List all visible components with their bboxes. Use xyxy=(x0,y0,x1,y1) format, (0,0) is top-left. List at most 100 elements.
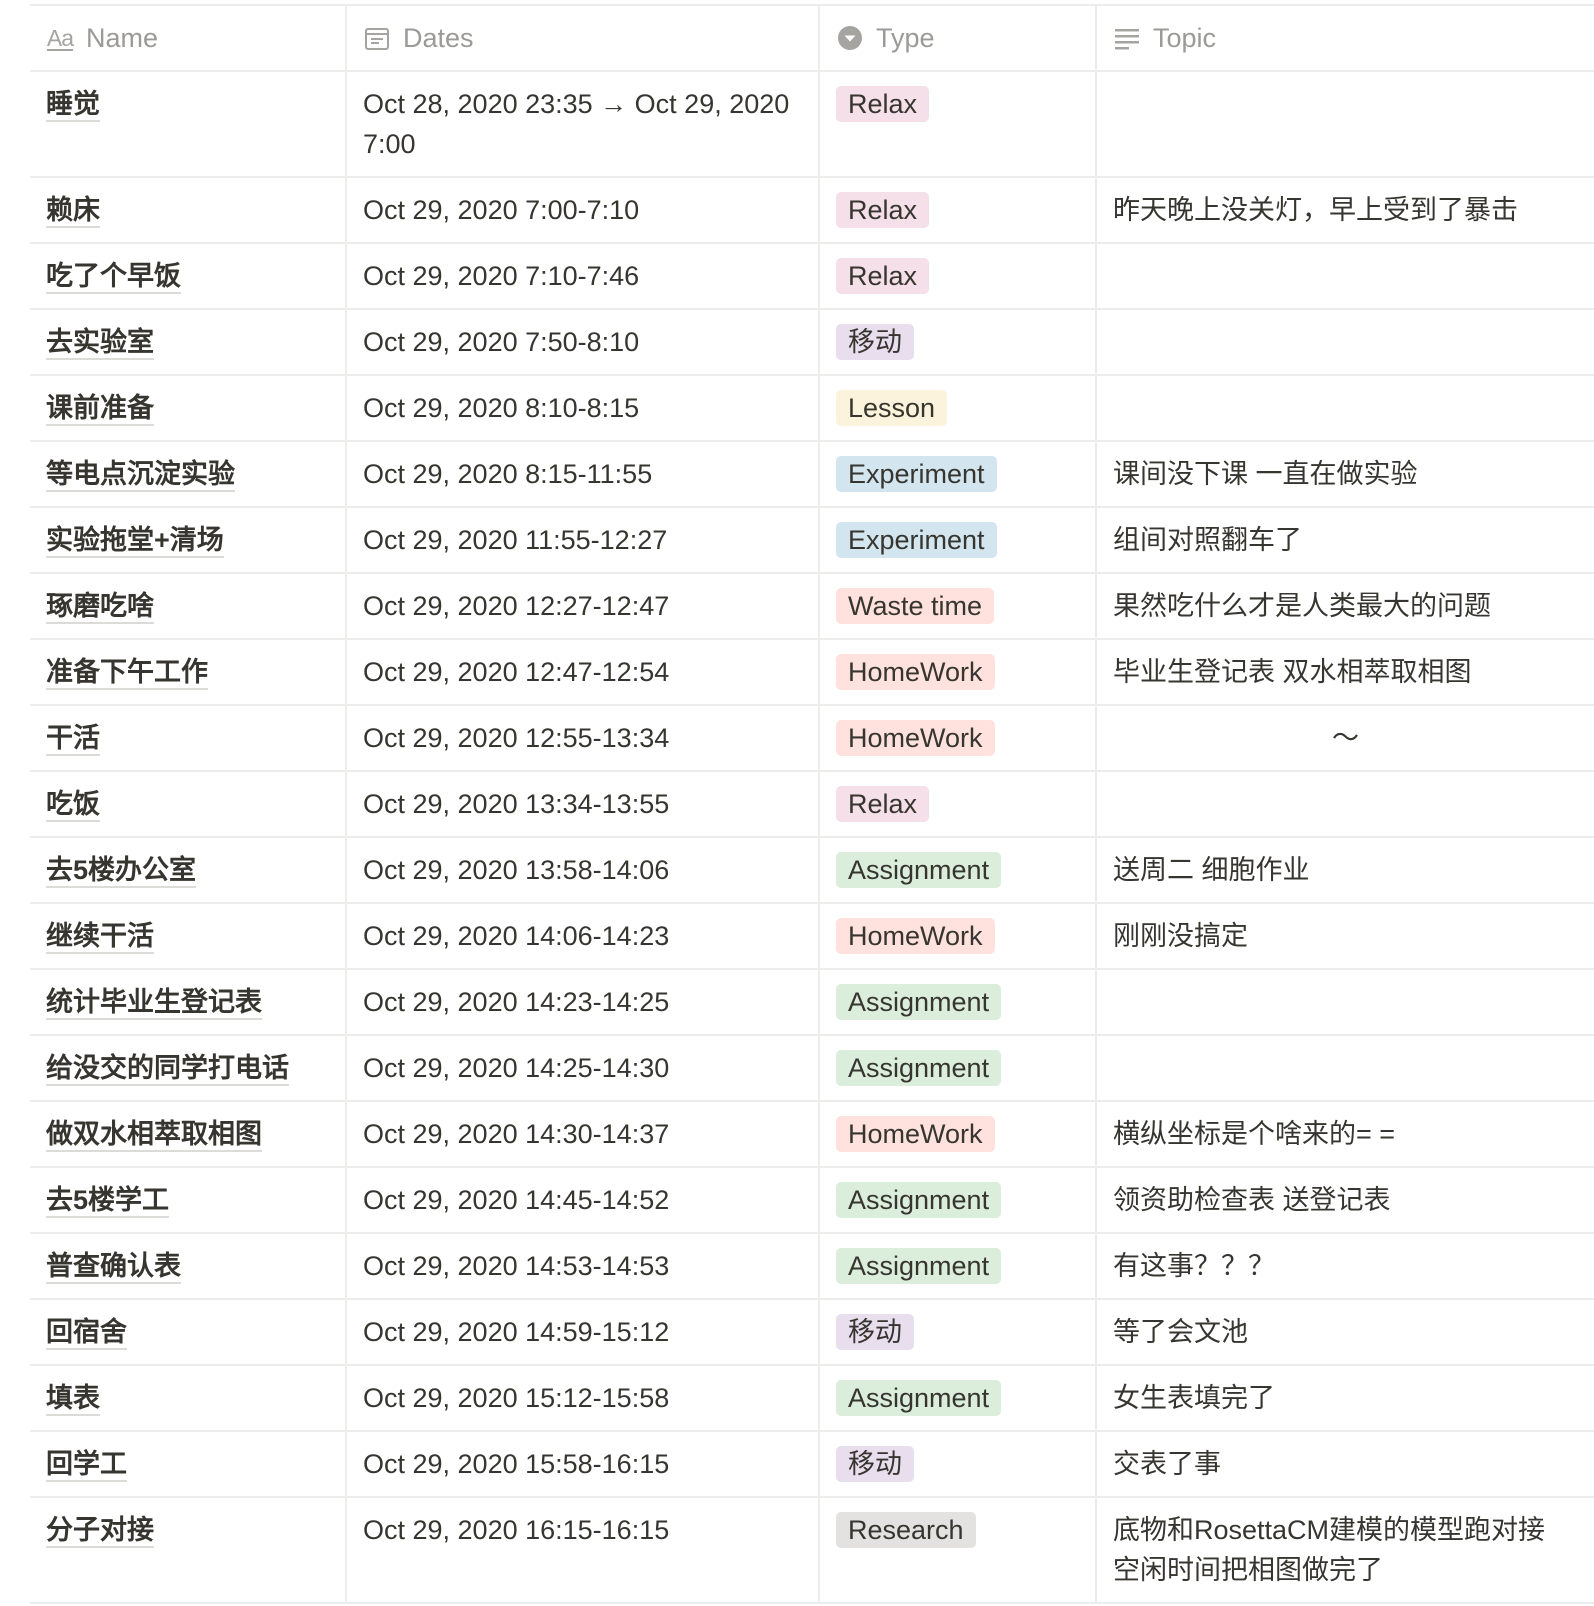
dates-cell[interactable]: Oct 29, 2020 7:50-8:10 xyxy=(347,310,820,374)
row-title-link[interactable]: 赖床 xyxy=(46,195,100,228)
name-cell[interactable]: 去实验室 xyxy=(30,310,347,374)
type-cell[interactable]: HomeWork xyxy=(820,904,1097,968)
type-cell[interactable]: HomeWork xyxy=(820,640,1097,704)
table-row[interactable]: 回宿舍 Oct 29, 2020 14:59-15:12 移动 等了会文池 xyxy=(30,1300,1594,1366)
topic-cell[interactable] xyxy=(1097,376,1594,440)
dates-cell[interactable]: Oct 29, 2020 12:55-13:34 xyxy=(347,706,820,770)
row-title-link[interactable]: 回宿舍 xyxy=(46,1317,127,1350)
type-cell[interactable]: Assignment xyxy=(820,1168,1097,1232)
row-title-link[interactable]: 睡觉 xyxy=(46,89,100,122)
row-title-link[interactable]: 去实验室 xyxy=(46,327,154,360)
table-row[interactable]: 吃饭 Oct 29, 2020 13:34-13:55 Relax xyxy=(30,772,1594,838)
topic-cell[interactable]: 果然吃什么才是人类最大的问题 xyxy=(1097,574,1594,638)
name-cell[interactable]: 干活 xyxy=(30,706,347,770)
table-row[interactable]: 统计毕业生登记表 Oct 29, 2020 14:23-14:25 Assignme… xyxy=(30,970,1594,1036)
dates-cell[interactable]: Oct 29, 2020 14:53-14:53 xyxy=(347,1234,820,1298)
type-cell[interactable]: 移动 xyxy=(820,1432,1097,1496)
topic-cell[interactable]: 刚刚没搞定 xyxy=(1097,904,1594,968)
column-header-name[interactable]: Aa Name xyxy=(30,6,347,70)
row-title-link[interactable]: 回学工 xyxy=(46,1449,127,1482)
table-row[interactable]: 等电点沉淀实验 Oct 29, 2020 8:15-11:55 Experiment… xyxy=(30,442,1594,508)
table-row[interactable]: 睡觉 Oct 28, 2020 23:35 → Oct 29, 2020 7:00… xyxy=(30,72,1594,178)
topic-cell[interactable]: ～ xyxy=(1097,706,1594,770)
name-cell[interactable]: 琢磨吃啥 xyxy=(30,574,347,638)
dates-cell[interactable]: Oct 29, 2020 15:58-16:15 xyxy=(347,1432,820,1496)
name-cell[interactable]: 分子对接 xyxy=(30,1498,347,1602)
row-title-link[interactable]: 等电点沉淀实验 xyxy=(46,459,235,492)
dates-cell[interactable]: Oct 29, 2020 14:45-14:52 xyxy=(347,1168,820,1232)
name-cell[interactable]: 去5楼办公室 xyxy=(30,838,347,902)
column-header-topic[interactable]: Topic xyxy=(1097,6,1594,70)
name-cell[interactable]: 做双水相萃取相图 xyxy=(30,1102,347,1166)
topic-cell[interactable] xyxy=(1097,772,1594,836)
table-row[interactable]: 分子对接 Oct 29, 2020 16:15-16:15 Research 底物和R… xyxy=(30,1498,1594,1604)
row-title-link[interactable]: 课前准备 xyxy=(46,393,154,426)
type-cell[interactable]: Experiment xyxy=(820,442,1097,506)
table-row[interactable]: 去5楼学工 Oct 29, 2020 14:45-14:52 Assignment 领… xyxy=(30,1168,1594,1234)
table-row[interactable]: 普查确认表 Oct 29, 2020 14:53-14:53 Assignment 有… xyxy=(30,1234,1594,1300)
type-cell[interactable]: Lesson xyxy=(820,376,1097,440)
type-cell[interactable]: 移动 xyxy=(820,310,1097,374)
topic-cell[interactable] xyxy=(1097,970,1594,1034)
topic-cell[interactable]: 交表了事 xyxy=(1097,1432,1594,1496)
topic-cell[interactable]: 毕业生登记表 双水相萃取相图 xyxy=(1097,640,1594,704)
name-cell[interactable]: 回学工 xyxy=(30,1432,347,1496)
row-title-link[interactable]: 去5楼办公室 xyxy=(46,855,197,888)
dates-cell[interactable]: Oct 29, 2020 14:25-14:30 xyxy=(347,1036,820,1100)
topic-cell[interactable]: 有这事？？？ xyxy=(1097,1234,1594,1298)
type-cell[interactable]: HomeWork xyxy=(820,706,1097,770)
type-cell[interactable]: Waste time xyxy=(820,574,1097,638)
dates-cell[interactable]: Oct 29, 2020 8:15-11:55 xyxy=(347,442,820,506)
table-row[interactable]: 去实验室 Oct 29, 2020 7:50-8:10 移动 xyxy=(30,310,1594,376)
row-title-link[interactable]: 吃了个早饭 xyxy=(46,261,181,294)
table-row[interactable]: 吃了个早饭 Oct 29, 2020 7:10-7:46 Relax xyxy=(30,244,1594,310)
topic-cell[interactable]: 送周二 细胞作业 xyxy=(1097,838,1594,902)
name-cell[interactable]: 吃了个早饭 xyxy=(30,244,347,308)
dates-cell[interactable]: Oct 29, 2020 11:55-12:27 xyxy=(347,508,820,572)
type-cell[interactable]: Assignment xyxy=(820,838,1097,902)
type-cell[interactable]: Research xyxy=(820,1498,1097,1602)
topic-cell[interactable]: 昨天晚上没关灯，早上受到了暴击 xyxy=(1097,178,1594,242)
table-row[interactable]: 赖床 Oct 29, 2020 7:00-7:10 Relax 昨天晚上没关灯，早上受… xyxy=(30,178,1594,244)
table-row[interactable]: 干活 Oct 29, 2020 12:55-13:34 HomeWork ～ xyxy=(30,706,1594,772)
type-cell[interactable]: Relax xyxy=(820,244,1097,308)
topic-cell[interactable] xyxy=(1097,1036,1594,1100)
type-cell[interactable]: Assignment xyxy=(820,1234,1097,1298)
topic-cell[interactable]: 领资助检查表 送登记表 xyxy=(1097,1168,1594,1232)
column-header-type[interactable]: Type xyxy=(820,6,1097,70)
row-title-link[interactable]: 吃饭 xyxy=(46,789,100,822)
table-row[interactable]: 准备下午工作 Oct 29, 2020 12:47-12:54 HomeWork 毕业… xyxy=(30,640,1594,706)
name-cell[interactable]: 给没交的同学打电话 xyxy=(30,1036,347,1100)
row-title-link[interactable]: 做双水相萃取相图 xyxy=(46,1119,262,1152)
dates-cell[interactable]: Oct 29, 2020 12:47-12:54 xyxy=(347,640,820,704)
topic-cell[interactable] xyxy=(1097,310,1594,374)
name-cell[interactable]: 统计毕业生登记表 xyxy=(30,970,347,1034)
topic-cell[interactable]: 女生表填完了 xyxy=(1097,1366,1594,1430)
name-cell[interactable]: 去5楼学工 xyxy=(30,1168,347,1232)
name-cell[interactable]: 课前准备 xyxy=(30,376,347,440)
type-cell[interactable]: Relax xyxy=(820,178,1097,242)
dates-cell[interactable]: Oct 29, 2020 14:30-14:37 xyxy=(347,1102,820,1166)
topic-cell[interactable]: 底物和RosettaCM建模的模型跑对接 空闲时间把相图做完了 xyxy=(1097,1498,1594,1602)
row-title-link[interactable]: 给没交的同学打电话 xyxy=(46,1053,289,1086)
table-row[interactable]: 课前准备 Oct 29, 2020 8:10-8:15 Lesson xyxy=(30,376,1594,442)
topic-cell[interactable] xyxy=(1097,244,1594,308)
row-title-link[interactable]: 统计毕业生登记表 xyxy=(46,987,262,1020)
topic-cell[interactable]: 横纵坐标是个啥来的= = xyxy=(1097,1102,1594,1166)
table-row[interactable]: 琢磨吃啥 Oct 29, 2020 12:27-12:47 Waste time 果然… xyxy=(30,574,1594,640)
dates-cell[interactable]: Oct 29, 2020 14:06-14:23 xyxy=(347,904,820,968)
topic-cell[interactable]: 等了会文池 xyxy=(1097,1300,1594,1364)
dates-cell[interactable]: Oct 29, 2020 14:59-15:12 xyxy=(347,1300,820,1364)
name-cell[interactable]: 吃饭 xyxy=(30,772,347,836)
type-cell[interactable]: Experiment xyxy=(820,508,1097,572)
table-row[interactable]: 给没交的同学打电话 Oct 29, 2020 14:25-14:30 Assignm… xyxy=(30,1036,1594,1102)
type-cell[interactable]: Relax xyxy=(820,72,1097,176)
row-title-link[interactable]: 分子对接 xyxy=(46,1515,154,1548)
column-header-dates[interactable]: Dates xyxy=(347,6,820,70)
name-cell[interactable]: 睡觉 xyxy=(30,72,347,176)
row-title-link[interactable]: 准备下午工作 xyxy=(46,657,208,690)
table-row[interactable]: 回学工 Oct 29, 2020 15:58-16:15 移动 交表了事 xyxy=(30,1432,1594,1498)
type-cell[interactable]: Assignment xyxy=(820,1036,1097,1100)
name-cell[interactable]: 填表 xyxy=(30,1366,347,1430)
dates-cell[interactable]: Oct 29, 2020 15:12-15:58 xyxy=(347,1366,820,1430)
